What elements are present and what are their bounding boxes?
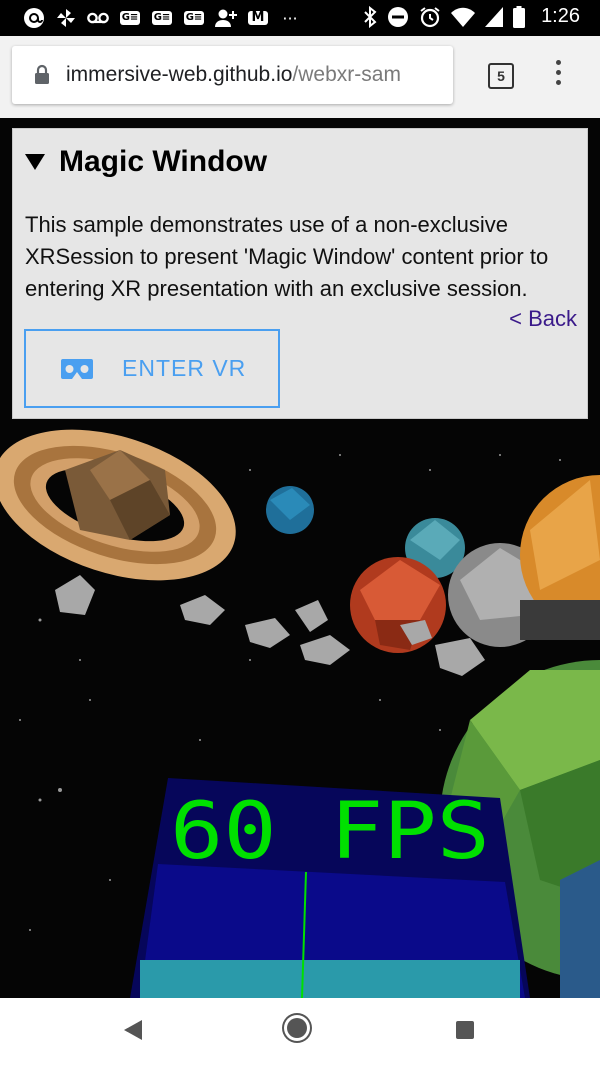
system-navigation-bar (0, 998, 600, 1066)
page-title: Magic Window (59, 145, 268, 178)
panel-summary[interactable]: Magic Window (25, 145, 267, 179)
back-link[interactable]: < Back (509, 306, 577, 332)
vr-headset-icon (61, 358, 93, 379)
battery-icon (513, 5, 526, 28)
ge-icon: G≡ (183, 11, 205, 25)
red-planet (350, 557, 446, 653)
blue-planet (266, 486, 314, 534)
more-notifications-icon: ··· (282, 8, 298, 28)
dot-icon (555, 80, 561, 85)
ge-icon: G≡ (119, 11, 141, 25)
notification-icons: G≡ G≡ G≡ M ··· (22, 6, 302, 30)
url-bar[interactable]: immersive-web.github.io/webxr-sam (12, 46, 453, 104)
cell-signal-icon (485, 6, 504, 27)
recent-apps-icon[interactable] (456, 1021, 474, 1039)
do-not-disturb-icon (388, 6, 409, 27)
home-nav-icon[interactable] (287, 1018, 307, 1038)
fps-readout: 60 FPS (170, 787, 490, 877)
tab-switcher-button[interactable]: 5 (488, 63, 514, 89)
ge-icon: G≡ (151, 11, 173, 25)
enter-vr-label: ENTER VR (122, 355, 247, 381)
browser-toolbar: immersive-web.github.io/webxr-sam 5 (0, 36, 600, 118)
description-text: This sample demonstrates use of a non-ex… (25, 212, 549, 301)
voicemail-icon (86, 6, 110, 30)
info-panel: Magic Window This sample demonstrates us… (12, 128, 588, 419)
gmail-icon: M (246, 6, 270, 30)
system-icons: 1:26 (363, 5, 580, 28)
url-text[interactable]: immersive-web.github.io/webxr-sam (66, 63, 401, 87)
clock: 1:26 (541, 5, 580, 27)
bluetooth-icon (364, 5, 377, 28)
dot-icon (555, 70, 561, 75)
dot-icon (555, 60, 561, 65)
back-nav-icon[interactable] (124, 1020, 142, 1040)
wifi-icon (451, 7, 476, 27)
status-bar: G≡ G≡ G≡ M ··· 1:26 (0, 0, 600, 36)
pinwheel-icon (54, 6, 78, 30)
lock-icon (35, 64, 49, 84)
at-sign-icon (22, 6, 46, 30)
overflow-menu-button[interactable] (553, 60, 563, 92)
disclosure-triangle-icon (25, 154, 45, 170)
alarm-icon (420, 6, 440, 27)
add-person-icon (214, 6, 238, 30)
enter-vr-button[interactable]: ENTER VR (24, 329, 280, 408)
fps-stats-panel: 60 FPS (130, 778, 530, 998)
